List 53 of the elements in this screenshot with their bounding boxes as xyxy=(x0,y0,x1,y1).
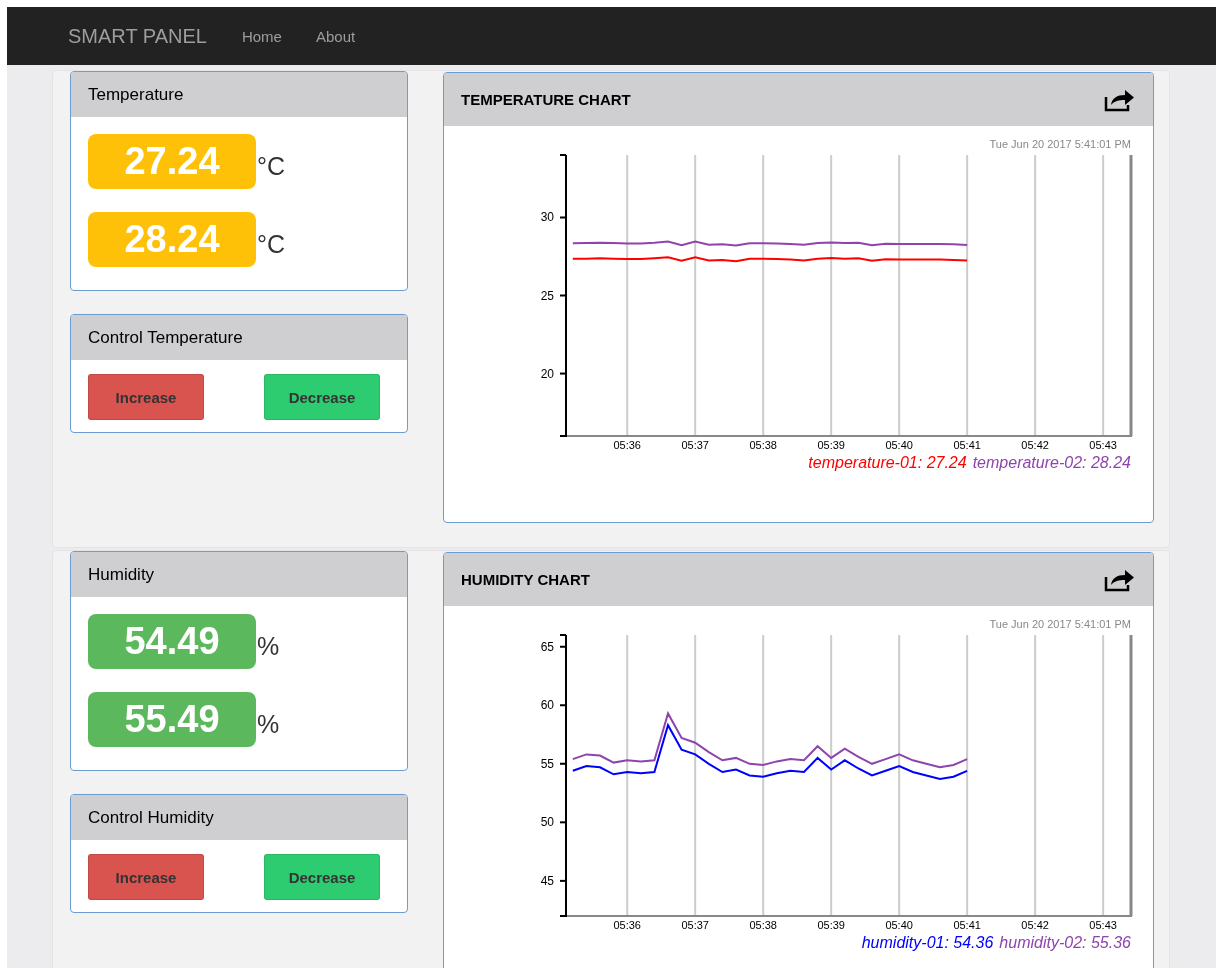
chart-title: TEMPERATURE CHART xyxy=(461,91,631,108)
x-tick-label: 05:37 xyxy=(681,439,709,451)
y-tick-label: 20 xyxy=(540,366,554,381)
chart-timestamp: Tue Jun 20 2017 5:41:01 PM xyxy=(989,618,1131,630)
value-badge: 54.49 xyxy=(88,614,256,669)
x-tick-label: 05:36 xyxy=(613,439,641,451)
legend-entry: humidity-01: 54.36 xyxy=(861,934,994,951)
x-tick-label: 05:38 xyxy=(749,919,777,931)
x-tick-label: 05:38 xyxy=(749,439,777,451)
x-tick-label: 05:40 xyxy=(885,439,913,451)
x-tick-label: 05:43 xyxy=(1089,919,1117,931)
panel-title: Temperature xyxy=(88,84,184,105)
unit-label: °C xyxy=(257,230,286,259)
x-tick-label: 05:37 xyxy=(681,919,709,931)
x-tick-label: 05:43 xyxy=(1089,439,1117,451)
x-tick-label: 05:39 xyxy=(817,919,845,931)
y-tick-label: 30 xyxy=(540,210,554,225)
x-tick-label: 05:40 xyxy=(885,919,913,931)
x-tick-label: 05:41 xyxy=(953,439,981,451)
unit-label: °C xyxy=(257,152,286,181)
increase-button[interactable]: Increase xyxy=(88,374,204,420)
y-tick-label: 25 xyxy=(540,288,554,303)
legend-entry: humidity-02: 55.36 xyxy=(999,934,1131,951)
y-tick-label: 45 xyxy=(540,873,554,888)
y-tick-label: 50 xyxy=(540,815,554,830)
chart-title: HUMIDITY CHART xyxy=(461,571,590,588)
x-tick-label: 05:36 xyxy=(613,919,641,931)
unit-label: % xyxy=(257,710,280,739)
brand-title[interactable]: SMART PANEL xyxy=(68,24,207,48)
value-badge: 55.49 xyxy=(88,692,256,747)
x-tick-label: 05:41 xyxy=(953,919,981,931)
panel-title: Control Humidity xyxy=(88,807,214,828)
chart-timestamp: Tue Jun 20 2017 5:41:01 PM xyxy=(989,138,1131,150)
value-badge: 28.24 xyxy=(88,212,256,267)
decrease-button[interactable]: Decrease xyxy=(264,854,380,900)
share-icon[interactable] xyxy=(1104,87,1135,112)
x-tick-label: 05:42 xyxy=(1021,919,1049,931)
x-tick-label: 05:42 xyxy=(1021,439,1049,451)
increase-button[interactable]: Increase xyxy=(88,854,204,900)
y-tick-label: 60 xyxy=(540,698,554,713)
value-badge: 27.24 xyxy=(88,134,256,189)
decrease-button[interactable]: Decrease xyxy=(264,374,380,420)
panel-title: Control Temperature xyxy=(88,327,243,348)
nav-link[interactable]: About xyxy=(315,27,356,45)
nav-link[interactable]: Home xyxy=(241,27,282,45)
panel-title: Humidity xyxy=(88,564,155,585)
y-tick-label: 55 xyxy=(540,756,554,771)
unit-label: % xyxy=(257,632,280,661)
share-icon[interactable] xyxy=(1104,567,1135,592)
legend-entry: temperature-01: 27.24 xyxy=(808,454,967,471)
y-tick-label: 65 xyxy=(540,639,554,654)
legend-entry: temperature-02: 28.24 xyxy=(972,454,1131,471)
x-tick-label: 05:39 xyxy=(817,439,845,451)
